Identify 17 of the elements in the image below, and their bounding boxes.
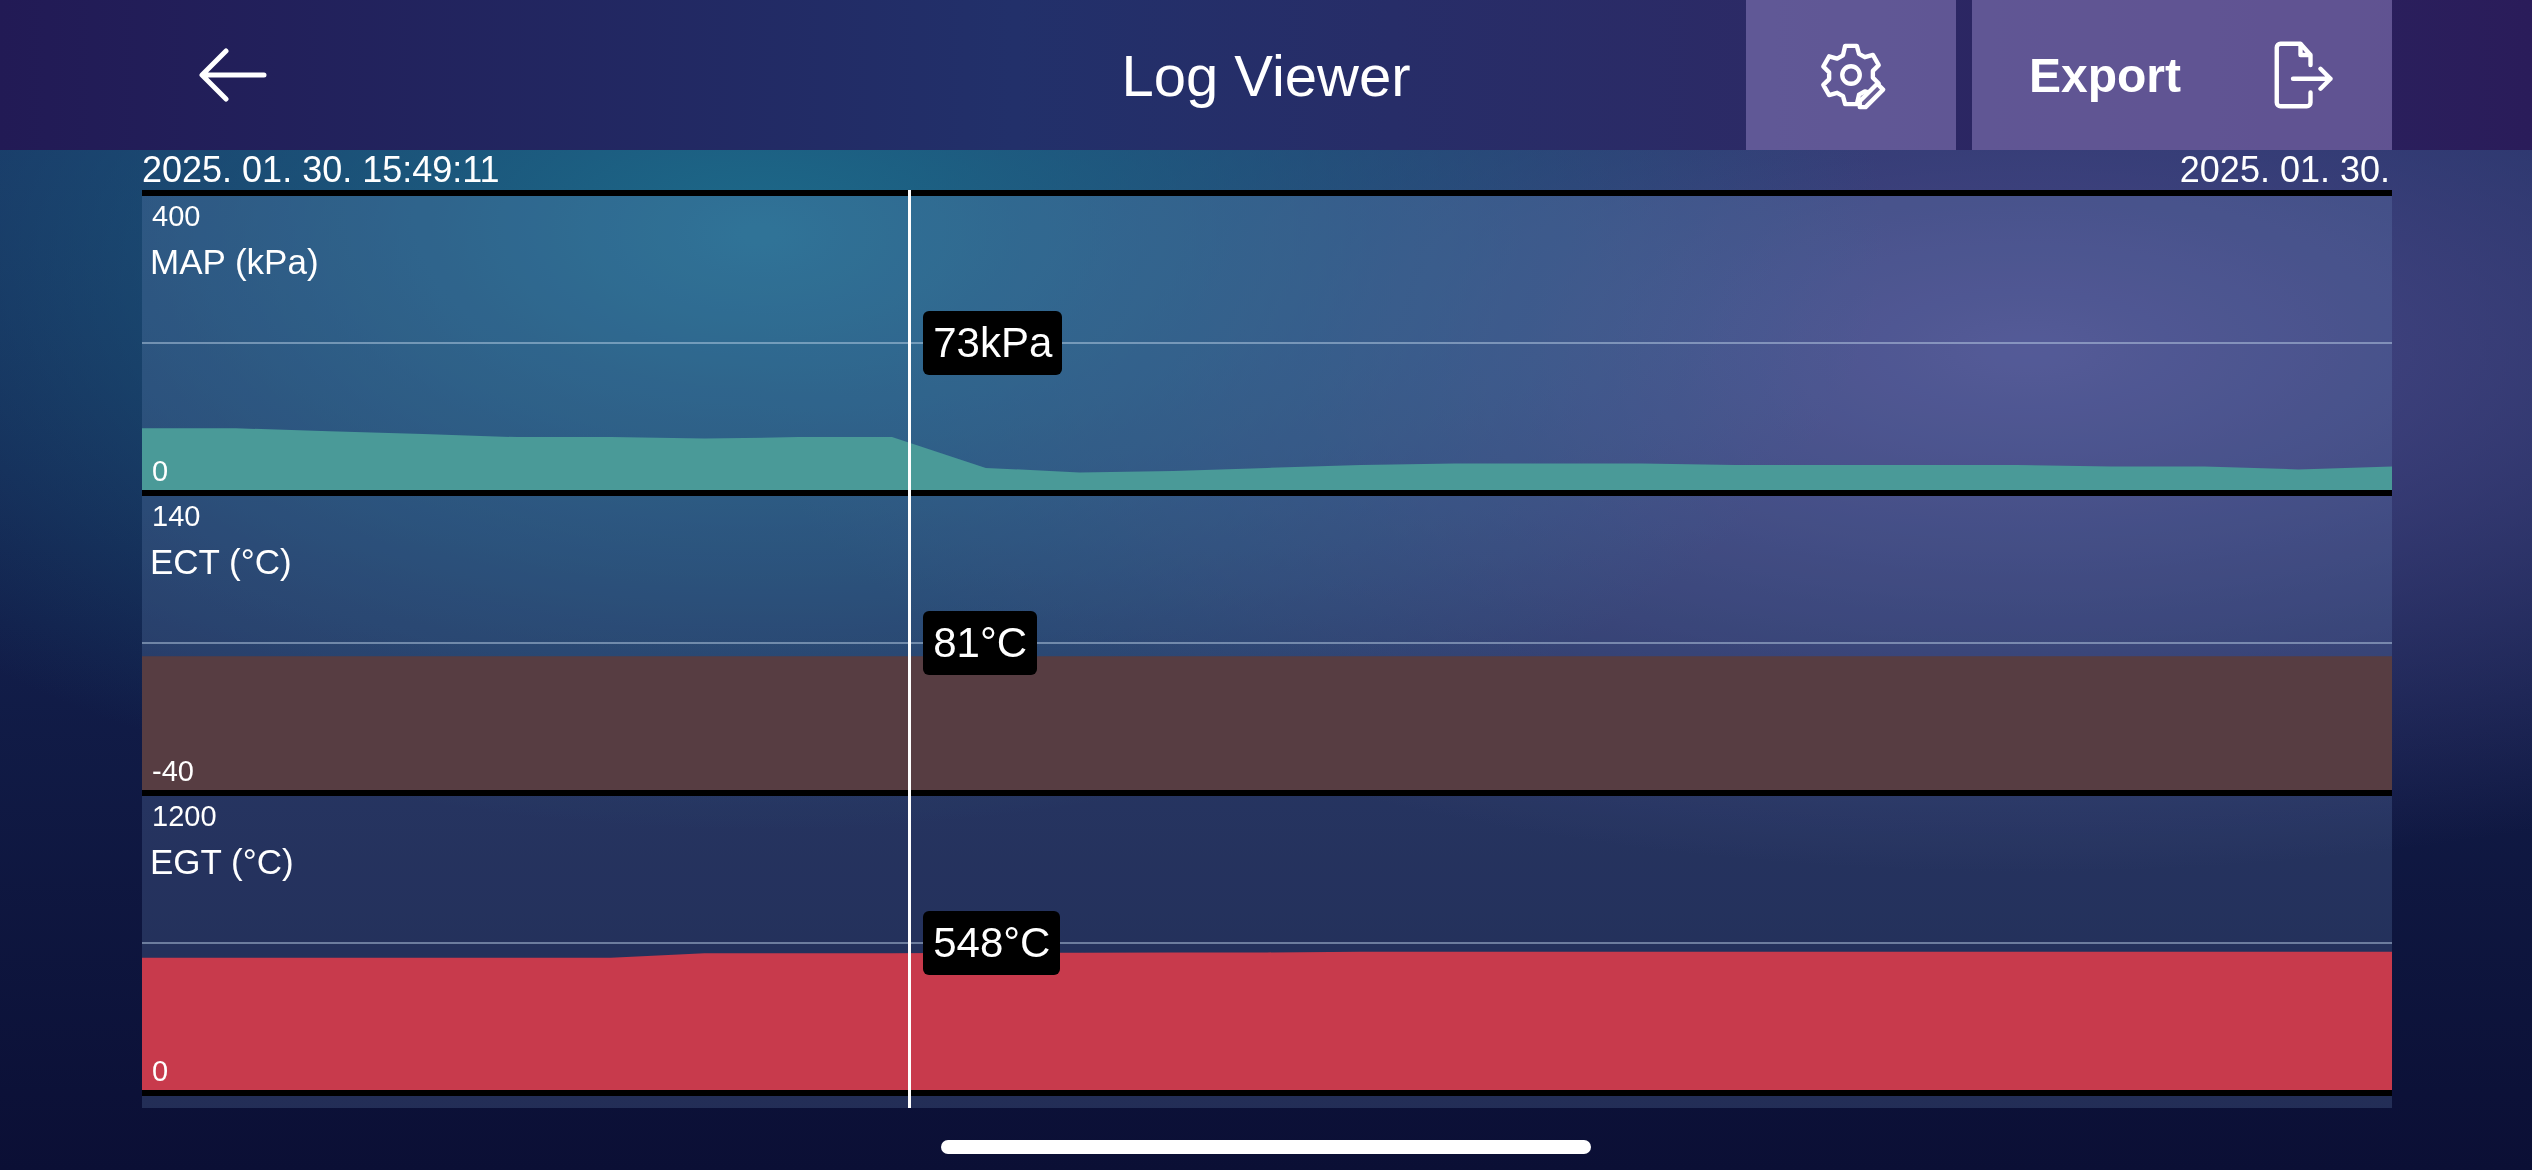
- axis-max-label: 140: [152, 500, 201, 533]
- chart-label: ECT (°C): [150, 542, 292, 582]
- chart-label: MAP (kPa): [150, 242, 319, 282]
- value-tooltip: 548°C: [923, 911, 1061, 975]
- start-time: 2025. 01. 30. 15:49:11: [142, 150, 500, 190]
- axis-max-label: 1200: [152, 800, 217, 833]
- axis-min-label: 0: [152, 1055, 169, 1088]
- axis-min-label: 0: [152, 455, 169, 488]
- value-tooltip: 81°C: [923, 611, 1038, 675]
- axis-min-label: -40: [152, 755, 194, 788]
- screen-title: Log Viewer: [1121, 41, 1411, 109]
- end-time: 2025. 01. 30.: [2179, 150, 2390, 190]
- axis-max-label: 400: [152, 200, 201, 233]
- value-tooltip: 73kPa: [923, 311, 1063, 375]
- chart-label: EGT (°C): [150, 842, 294, 882]
- settings-button[interactable]: [1746, 0, 1956, 150]
- export-button[interactable]: Export: [1972, 0, 2392, 150]
